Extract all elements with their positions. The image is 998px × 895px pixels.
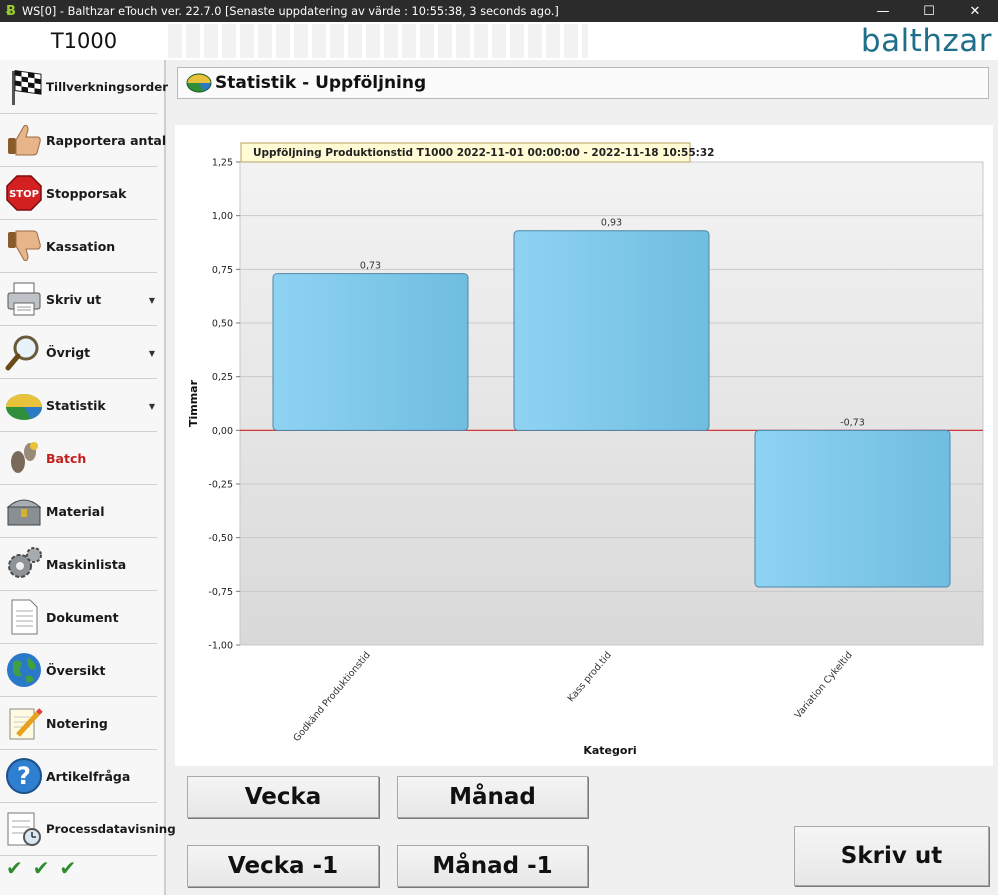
svg-text:STOP: STOP [9, 189, 39, 200]
footprints-icon [2, 436, 46, 480]
svg-text:?: ? [17, 762, 31, 790]
sidebar-item-processdatavisning[interactable]: Processdatavisning [0, 803, 176, 856]
statistics-disc-icon [2, 383, 46, 427]
y-tick-label: -0,25 [208, 480, 233, 491]
chart-title: Uppföljning Produktionstid T1000 2022-11… [253, 147, 714, 159]
question-icon: ? [2, 754, 46, 798]
sidebar-item-label: Rapportera antal [46, 132, 167, 148]
submenu-arrow-icon: ▼ [148, 349, 155, 358]
checkered-flag-icon [2, 65, 46, 109]
status-checks: ✔ ✔ ✔ [6, 856, 76, 880]
sidebar-item-rapportera-antal[interactable]: Rapportera antal [0, 114, 166, 167]
sidebar-item-label: Tillverkningsorder [46, 80, 169, 94]
sidebar-item-tillverkningsorder[interactable]: Tillverkningsorder [0, 61, 168, 114]
gears-icon [2, 542, 46, 586]
x-tick-label: Kass prod.tid [566, 650, 614, 704]
sidebar-item-label: Skriv ut [46, 291, 102, 307]
sidebar-item-maskinlista[interactable]: Maskinlista [0, 538, 157, 591]
printer-icon [2, 277, 46, 321]
window-title-bar[interactable]: Ƀ WS[0] - Balthzar eTouch ver. 22.7.0 [S… [0, 0, 998, 22]
minimize-button[interactable]: — [860, 0, 906, 22]
sidebar-item-label: Maskinlista [46, 556, 127, 572]
bar-chart: 0,73 0,93 -0,73 1,25 1,00 0,75 0,50 0,25 0,00 -0… [187, 142, 984, 757]
y-tick-label: 0,00 [212, 426, 233, 437]
sidebar-item-kassation[interactable]: Kassation [0, 220, 157, 273]
statistics-disc-icon [185, 69, 213, 97]
app-header: T1000 balthzar [0, 22, 998, 60]
sidebar-item-material[interactable]: Material [0, 485, 157, 538]
window-title: WS[0] - Balthzar eTouch ver. 22.7.0 [Sen… [22, 4, 559, 18]
y-tick-label: 1,25 [212, 158, 233, 169]
sidebar-item-övrigt[interactable]: Övrigt ▼ [0, 326, 157, 379]
bar-value-label: -0,73 [840, 417, 865, 428]
y-tick-label: 1,00 [212, 211, 233, 222]
bar-value-label: 0,93 [601, 218, 622, 229]
sidebar-item-label: Kassation [46, 238, 116, 254]
process-data-icon [2, 807, 46, 851]
x-tick-label: Variation Cykeltid [793, 650, 855, 721]
sidebar-item-batch[interactable]: Batch [0, 432, 157, 485]
check-icon: ✔ [6, 856, 23, 880]
balthzar-b-icon: Ƀ [6, 3, 16, 19]
sidebar-item-label: Material [46, 503, 105, 519]
sidebar-item-label: Notering [46, 715, 108, 731]
bar-value-label: 0,73 [360, 261, 381, 272]
thumbs-down-icon [2, 224, 46, 268]
y-axis-label: Timmar [187, 379, 200, 427]
y-tick-label: 0,25 [212, 372, 233, 383]
sidebar-item-skriv-ut[interactable]: Skriv ut ▼ [0, 273, 157, 326]
chart-panel: 0,73 0,93 -0,73 1,25 1,00 0,75 0,50 0,25 0,00 -0… [175, 125, 993, 766]
submenu-arrow-icon: ▼ [148, 402, 155, 411]
page-title: Statistik - Uppföljning [215, 73, 427, 93]
month-button[interactable]: Månad [397, 776, 588, 818]
document-icon [2, 595, 46, 639]
month-prev-button[interactable]: Månad -1 [397, 845, 588, 887]
week-button[interactable]: Vecka [187, 776, 379, 818]
sidebar-item-label: Batch [46, 450, 87, 466]
sidebar-item-label: Övrigt [46, 344, 91, 360]
x-axis-label: Kategori [583, 744, 636, 757]
note-pencil-icon [2, 701, 46, 745]
bar [754, 429, 951, 588]
sidebar-item-notering[interactable]: Notering [0, 697, 157, 750]
bar [272, 273, 469, 431]
y-tick-label: -0,50 [208, 533, 233, 544]
page-title-panel: Statistik - Uppföljning [177, 67, 989, 99]
sidebar-item-label: Dokument [46, 609, 119, 625]
treasure-chest-icon [2, 489, 46, 533]
sidebar-item-label: Statistik [46, 397, 106, 413]
y-tick-label: -0,75 [208, 587, 233, 598]
sidebar: Tillverkningsorder Rapportera antal STOP St… [0, 60, 176, 895]
check-icon: ✔ [32, 856, 50, 880]
y-tick-label: -1,00 [208, 641, 233, 652]
print-button[interactable]: Skriv ut [794, 826, 989, 886]
close-button[interactable]: ✕ [952, 0, 998, 22]
sidebar-item-label: Stopporsak [46, 185, 127, 201]
sidebar-item-label: Översikt [46, 662, 106, 678]
sidebar-item-statistik[interactable]: Statistik ▼ [0, 379, 157, 432]
check-icon: ✔ [59, 856, 77, 880]
sidebar-item-dokument[interactable]: Dokument [0, 591, 157, 644]
sidebar-item-label: Processdatavisning [46, 822, 176, 836]
y-tick-label: 0,75 [212, 265, 233, 276]
magnifier-icon [2, 330, 46, 374]
y-tick-label: 0,50 [212, 319, 233, 330]
sidebar-item-stopporsak[interactable]: STOP Stopporsak [0, 167, 157, 220]
header-decoration [168, 24, 588, 58]
machine-id: T1000 [50, 29, 118, 53]
week-prev-button[interactable]: Vecka -1 [187, 845, 379, 887]
sidebar-item-label: Artikelfråga [46, 768, 131, 784]
stop-sign-icon: STOP [2, 171, 46, 215]
sidebar-item-översikt[interactable]: Översikt [0, 644, 157, 697]
maximize-button[interactable]: ☐ [906, 0, 952, 22]
sidebar-item-artikelfråga[interactable]: ? Artikelfråga [0, 750, 157, 803]
x-tick-label: Godkänd Produktionstid [291, 650, 372, 744]
submenu-arrow-icon: ▼ [148, 296, 155, 305]
globe-icon [2, 648, 46, 692]
balthzar-logo: balthzar [860, 23, 992, 59]
bar [513, 230, 710, 431]
thumbs-up-icon [2, 118, 46, 162]
